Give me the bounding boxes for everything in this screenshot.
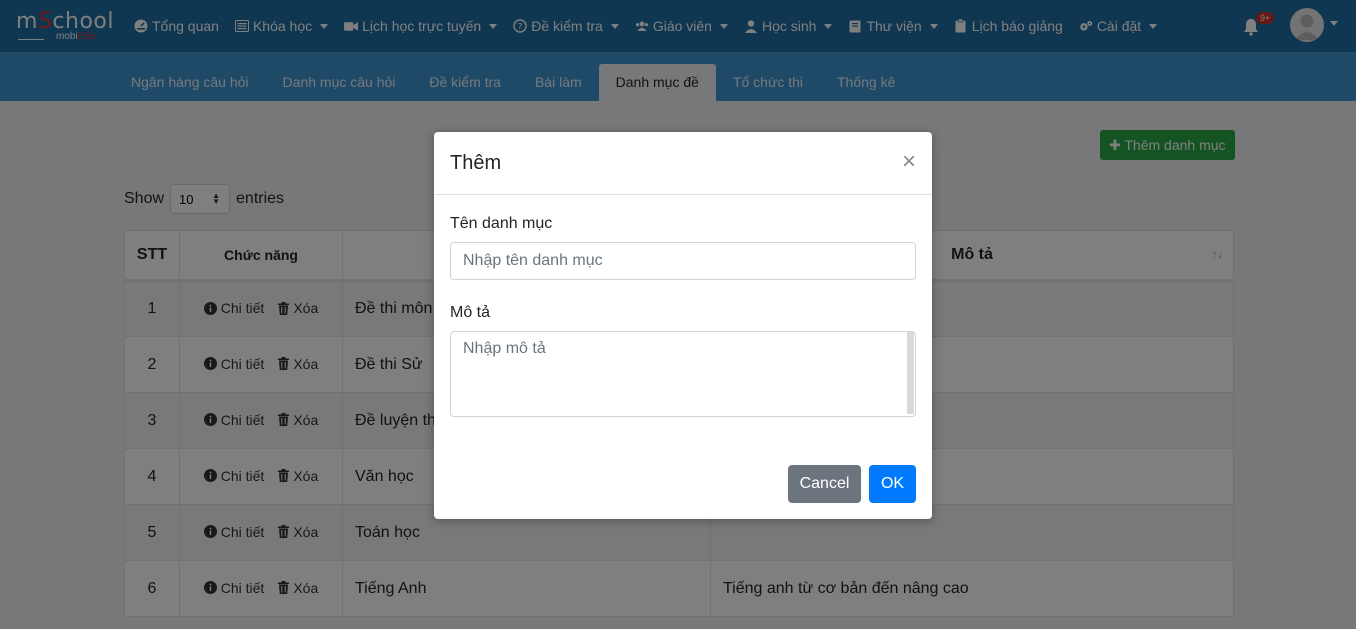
category-name-label: Tên danh mục bbox=[450, 215, 553, 232]
cancel-button[interactable]: Cancel bbox=[788, 465, 861, 503]
ok-button[interactable]: OK bbox=[869, 465, 916, 503]
close-icon[interactable]: × bbox=[902, 150, 916, 174]
category-name-input[interactable] bbox=[450, 242, 916, 280]
textarea-scrollbar[interactable] bbox=[907, 332, 914, 414]
description-label: Mô tả bbox=[450, 304, 491, 321]
add-category-modal: Thêm × Tên danh mục Mô tả Cancel OK bbox=[434, 132, 932, 519]
modal-header: Thêm × bbox=[434, 132, 932, 195]
description-textarea[interactable] bbox=[450, 331, 916, 417]
modal-title: Thêm bbox=[450, 152, 502, 174]
